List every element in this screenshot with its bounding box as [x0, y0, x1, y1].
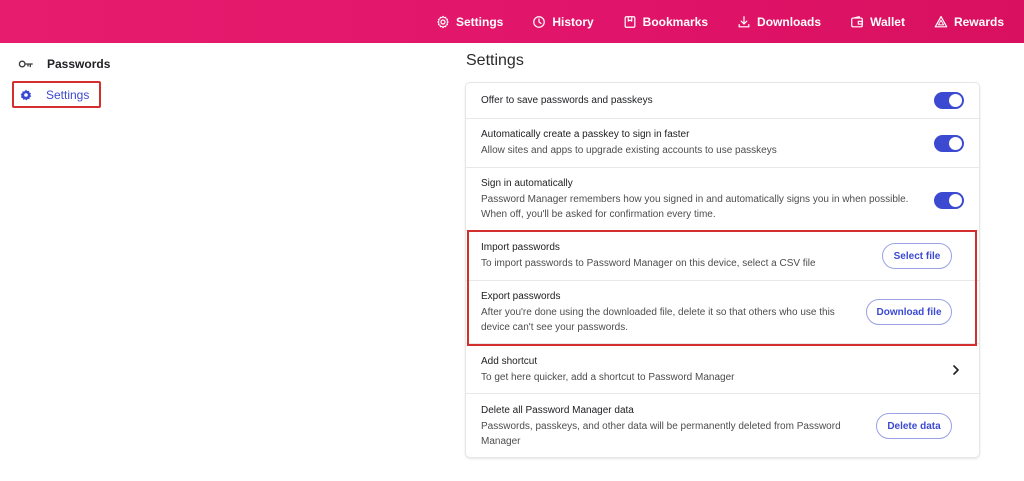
select-file-button[interactable]: Select file: [882, 243, 952, 269]
offer-save-toggle[interactable]: [934, 92, 964, 109]
setting-row-offer-save: Offer to save passwords and passkeys: [466, 83, 979, 118]
history-icon: [533, 15, 546, 28]
setting-title: Import passwords: [481, 242, 560, 253]
topnav-history-label: History: [552, 14, 594, 29]
topnav-settings[interactable]: Settings: [436, 15, 503, 29]
setting-description: Passwords, passkeys, and other data will…: [481, 420, 841, 432]
topnav-bookmarks[interactable]: Bookmarks: [623, 15, 708, 29]
setting-description: Allow sites and apps to upgrade existing…: [481, 144, 777, 156]
top-nav: Settings History Bookmarks Downloads Wal…: [436, 0, 1004, 43]
sidebar-item-label: Settings: [46, 87, 90, 102]
topnav-rewards-label: Rewards: [953, 14, 1004, 29]
download-file-button[interactable]: Download file: [866, 299, 952, 325]
setting-title: Offer to save passwords and passkeys: [481, 95, 653, 106]
topnav-wallet-label: Wallet: [870, 14, 905, 29]
setting-row-export: Export passwords After you're done using…: [466, 280, 979, 343]
setting-title: Add shortcut: [481, 356, 538, 367]
setting-row-import: Import passwords To import passwords to …: [466, 230, 979, 280]
setting-title: Export passwords: [481, 291, 561, 302]
wallet-icon: [851, 15, 863, 27]
top-bar: Settings History Bookmarks Downloads Wal…: [0, 0, 1024, 43]
setting-title: Sign in automatically: [481, 178, 573, 189]
setting-description: device can't see your passwords.: [481, 322, 628, 333]
topnav-bookmarks-label: Bookmarks: [642, 14, 709, 29]
setting-description: Password Manager remembers how you signe…: [481, 193, 909, 205]
delete-data-button[interactable]: Delete data: [876, 413, 952, 439]
setting-description: When off, you'll be asked for confirmati…: [481, 209, 716, 220]
topnav-downloads-label: Downloads: [757, 14, 822, 29]
setting-row-delete-data: Delete all Password Manager data Passwor…: [466, 393, 979, 457]
auto-passkey-toggle[interactable]: [934, 135, 964, 152]
settings-card: Offer to save passwords and passkeys Aut…: [466, 83, 979, 457]
sidebar-item-passwords[interactable]: Passwords: [12, 50, 132, 78]
sidebar-item-label: Passwords: [47, 57, 111, 71]
setting-title: Delete all Password Manager data: [481, 405, 634, 416]
topnav-rewards[interactable]: Rewards: [934, 15, 1004, 29]
topnav-downloads[interactable]: Downloads: [737, 15, 821, 29]
gear-icon: [437, 15, 449, 28]
key-icon: [18, 56, 34, 72]
topnav-history[interactable]: History: [532, 14, 594, 29]
chevron-right-icon[interactable]: [951, 365, 961, 375]
setting-description: Manager: [481, 436, 521, 447]
sign-in-auto-toggle[interactable]: [934, 192, 964, 209]
rewards-triangle-icon: [934, 15, 948, 27]
topnav-settings-label: Settings: [455, 14, 504, 29]
setting-row-auto-passkey: Automatically create a passkey to sign i…: [466, 118, 979, 167]
download-icon: [738, 15, 750, 27]
gear-icon: [18, 87, 34, 103]
bookmark-icon: [624, 15, 636, 28]
setting-description: To get here quicker, add a shortcut to P…: [481, 371, 735, 383]
sidebar-item-settings[interactable]: Settings: [12, 81, 101, 108]
setting-title: Automatically create a passkey to sign i…: [481, 129, 690, 140]
page-title: Settings: [466, 52, 524, 69]
topnav-wallet[interactable]: Wallet: [850, 15, 905, 29]
setting-row-sign-in-auto: Sign in automatically Password Manager r…: [466, 167, 979, 230]
setting-row-add-shortcut[interactable]: Add shortcut To get here quicker, add a …: [466, 343, 979, 393]
setting-description: To import passwords to Password Manager …: [481, 257, 816, 269]
setting-description: After you're done using the downloaded f…: [481, 306, 835, 318]
